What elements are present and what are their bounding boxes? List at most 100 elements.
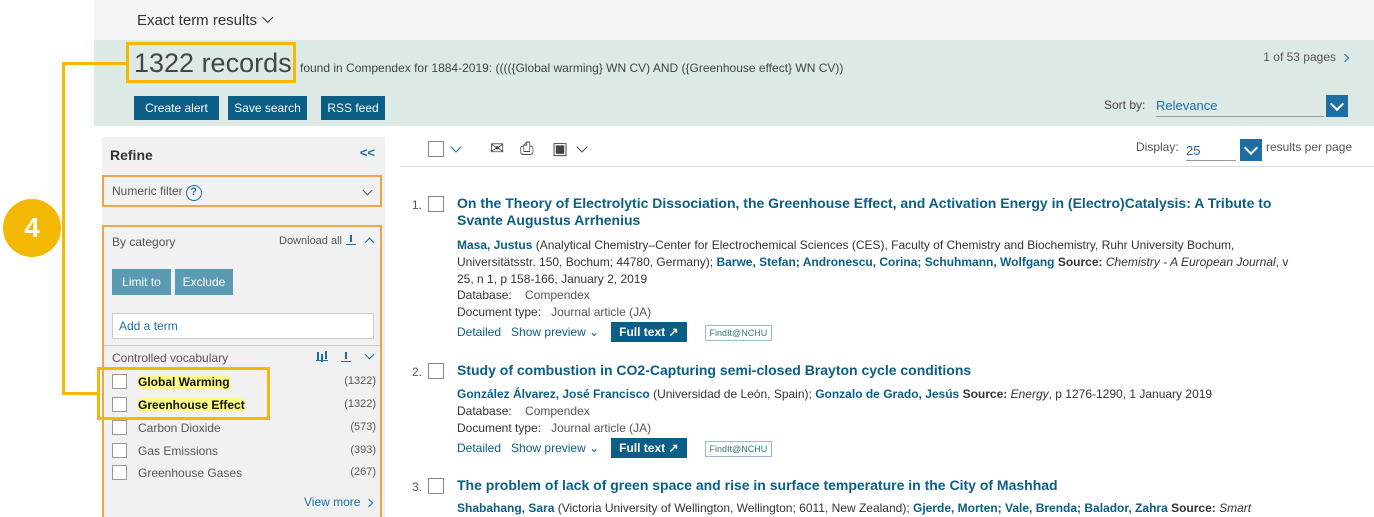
author-link[interactable]: Gonzalo de Grado, Jesús xyxy=(815,387,959,401)
chevron-down-icon[interactable] xyxy=(362,185,373,196)
author-link[interactable]: Masa, Justus xyxy=(457,238,532,252)
vocab-item[interactable]: Carbon Dioxide (573) xyxy=(112,419,376,437)
vocab-item[interactable]: Gas Emissions (393) xyxy=(112,442,376,460)
chevron-down-icon[interactable] xyxy=(576,141,588,153)
source-title: Chemistry - A European Journal xyxy=(1105,255,1276,269)
result-actions: Detailed Show preview ⌄ Full text ↗ FindIt… xyxy=(457,438,773,458)
database-meta: Database: Compendex xyxy=(457,404,590,418)
results-toolbar: ✉ ⎙ ▣ Display: 25 results per page xyxy=(400,137,1374,167)
download-icon xyxy=(345,235,356,245)
divider xyxy=(104,345,380,346)
display-dropdown-icon[interactable] xyxy=(1240,139,1262,161)
help-icon[interactable]: ? xyxy=(185,185,202,201)
detailed-link[interactable]: Detailed xyxy=(457,325,501,339)
author-link[interactable]: Barwe, Stefan; Andronescu, Corina; Schuh… xyxy=(716,255,1054,269)
top-bar: Exact term results xyxy=(94,0,1374,40)
vocab-item-count: (573) xyxy=(350,421,376,433)
vocab-item[interactable]: Greenhouse Gases (267) xyxy=(112,464,376,482)
export-icon[interactable]: ▣ xyxy=(552,139,568,159)
result-title[interactable]: The problem of lack of green space and r… xyxy=(457,477,1307,494)
by-category-label: By category xyxy=(112,235,176,249)
refine-heading: Refine xyxy=(110,147,153,163)
display-select[interactable]: 25 xyxy=(1186,143,1236,161)
author-link[interactable]: González Álvarez, José Francisco xyxy=(457,387,650,401)
select-all-checkbox[interactable] xyxy=(428,141,444,157)
result-authors: Masa, Justus (Analytical Chemistry–Cente… xyxy=(457,237,1307,288)
save-search-button[interactable]: Save search xyxy=(228,96,307,120)
database-meta: Database: Compendex xyxy=(457,288,590,302)
result-checkbox[interactable] xyxy=(428,196,444,212)
sort-select[interactable]: Relevance xyxy=(1156,98,1324,117)
controlled-vocabulary-label: Controlled vocabulary xyxy=(112,351,229,365)
full-text-button[interactable]: Full text ↗ xyxy=(611,438,687,458)
author-affiliation: (Universidad de León, Spain); xyxy=(649,387,816,401)
doctype-label: Document type: xyxy=(457,421,542,435)
collapse-sidebar-button[interactable]: << xyxy=(360,145,375,160)
display-label: Display: xyxy=(1136,140,1179,154)
pagination[interactable]: 1 of 53 pages xyxy=(1263,50,1350,64)
detailed-link[interactable]: Detailed xyxy=(457,441,501,455)
limit-to-button[interactable]: Limit to xyxy=(112,269,171,295)
annotation-box-terms xyxy=(97,367,270,420)
chevron-up-icon[interactable] xyxy=(364,237,375,248)
vocab-item-name: Gas Emissions xyxy=(138,444,219,458)
annotation-line xyxy=(62,62,126,65)
result-title[interactable]: Study of combustion in CO2-Capturing sem… xyxy=(457,362,1307,379)
database-value: Compendex xyxy=(525,288,590,302)
exact-term-dropdown[interactable]: Exact term results xyxy=(137,11,274,29)
database-label: Database: xyxy=(457,404,512,418)
download-icon[interactable] xyxy=(341,352,352,362)
chevron-down-icon[interactable] xyxy=(450,141,462,153)
author-affiliation: (Victoria University of Wellington, Well… xyxy=(554,501,913,515)
download-all-label: Download all xyxy=(279,235,342,247)
findit-button[interactable]: FindIt@NCHU xyxy=(704,441,773,457)
findit-button[interactable]: FindIt@NCHU xyxy=(704,325,773,341)
result-checkbox[interactable] xyxy=(428,478,444,494)
sort-dropdown-icon[interactable] xyxy=(1326,95,1348,117)
doctype-value: Journal article (JA) xyxy=(551,421,652,435)
result-item: 3. The problem of lack of green space an… xyxy=(412,477,1312,517)
checkbox[interactable] xyxy=(112,443,127,458)
sort-by-label: Sort by: xyxy=(1104,98,1146,112)
email-icon[interactable]: ✉ xyxy=(490,139,504,159)
vocab-item-count: (1322) xyxy=(344,398,376,410)
doctype-meta: Document type: Journal article (JA) xyxy=(457,421,651,435)
author-link[interactable]: Shabahang, Sara xyxy=(457,501,554,515)
vocab-item-name: Carbon Dioxide xyxy=(138,421,221,435)
result-item: 2. Study of combustion in CO2-Capturing … xyxy=(412,362,1312,462)
show-preview-link[interactable]: Show preview xyxy=(511,441,586,455)
doctype-value: Journal article (JA) xyxy=(551,305,652,319)
add-term-input[interactable]: Add a term xyxy=(112,313,374,339)
print-icon[interactable]: ⎙ xyxy=(520,139,534,159)
full-text-label: Full text xyxy=(619,441,666,455)
annotation-box-records xyxy=(126,42,296,83)
author-link[interactable]: Gjerde, Morten; Vale, Brenda; Balador, Z… xyxy=(913,501,1168,515)
page-count: 1 of 53 pages xyxy=(1263,50,1336,64)
database-label: Database: xyxy=(457,288,512,302)
vocab-item-count: (1322) xyxy=(344,375,376,387)
rss-feed-button[interactable]: RSS feed xyxy=(321,96,385,120)
chevron-down-icon xyxy=(262,11,274,24)
numeric-filter-panel[interactable]: Numeric filter? xyxy=(102,175,382,207)
result-item: 1. On the Theory of Electrolytic Dissoci… xyxy=(412,195,1312,345)
download-all-link[interactable]: Download all xyxy=(279,235,356,247)
result-number: 1. xyxy=(412,198,423,212)
step-number-badge: 4 xyxy=(3,199,61,257)
view-more-link[interactable]: View more xyxy=(304,495,374,509)
result-checkbox[interactable] xyxy=(428,363,444,379)
show-preview-link[interactable]: Show preview xyxy=(511,325,586,339)
source-label: Source: xyxy=(959,387,1011,401)
source-title: Energy xyxy=(1010,387,1049,401)
checkbox[interactable] xyxy=(112,465,127,480)
chevron-down-icon[interactable] xyxy=(364,349,375,360)
result-title[interactable]: On the Theory of Electrolytic Dissociati… xyxy=(457,195,1307,229)
checkbox[interactable] xyxy=(112,420,127,435)
database-value: Compendex xyxy=(525,404,590,418)
next-page-icon[interactable] xyxy=(1340,53,1350,63)
create-alert-button[interactable]: Create alert xyxy=(134,96,219,120)
view-more-label: View more xyxy=(304,495,361,509)
exclude-button[interactable]: Exclude xyxy=(175,269,233,295)
bar-chart-icon[interactable] xyxy=(316,351,328,361)
results-per-page-label: results per page xyxy=(1266,140,1353,154)
full-text-button[interactable]: Full text ↗ xyxy=(611,322,687,342)
